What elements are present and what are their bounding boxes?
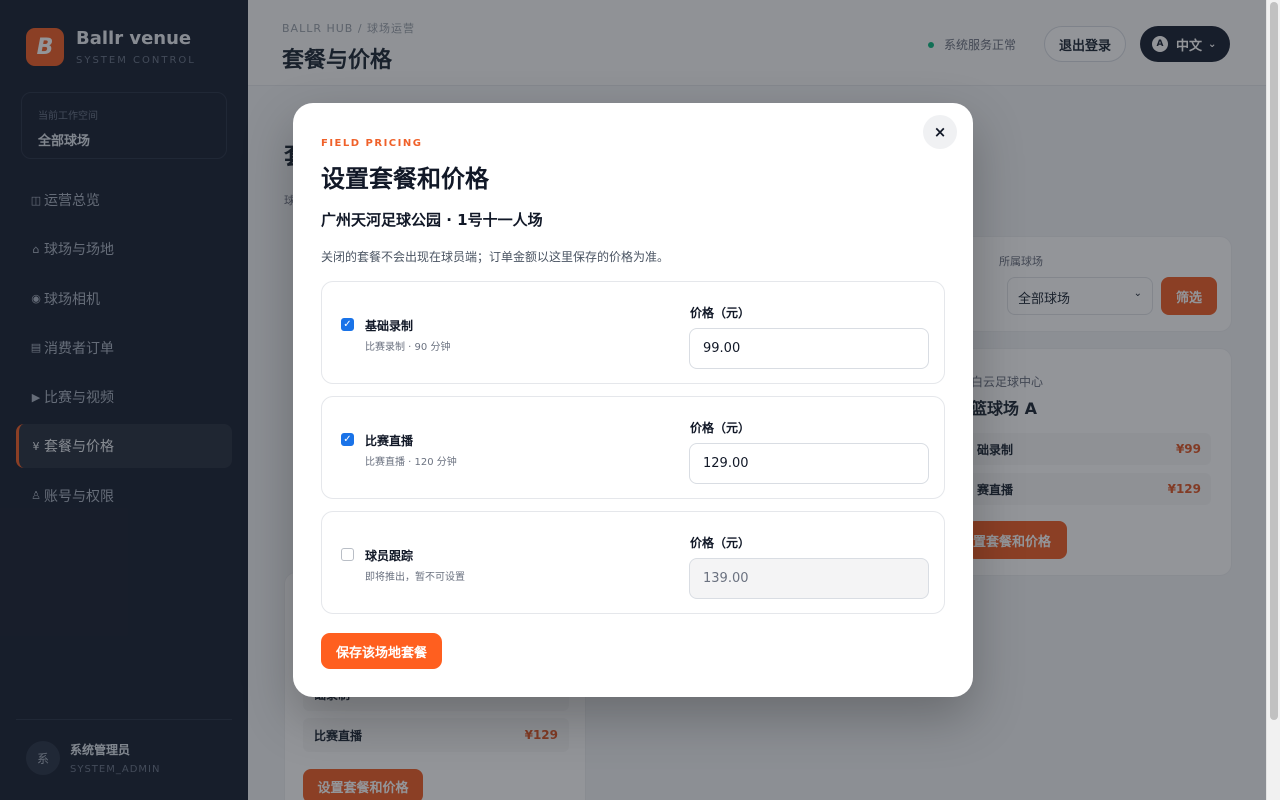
modal-venue-field: 广州天河足球公园 · 1号十一人场 <box>321 211 543 229</box>
close-icon[interactable]: × <box>923 115 957 149</box>
package-name: 球员跟踪 <box>365 549 414 563</box>
pricing-modal: × FIELD PRICING 设置套餐和价格 广州天河足球公园 · 1号十一人… <box>293 103 973 697</box>
price-input: 139.00 <box>689 558 929 599</box>
package-checkbox[interactable]: ✓ <box>341 433 354 446</box>
package-checkbox[interactable] <box>341 548 354 561</box>
price-label: 价格（元） <box>690 536 751 550</box>
scrollbar-thumb[interactable] <box>1270 2 1278 720</box>
price-input[interactable]: 129.00 <box>689 443 929 484</box>
package-card: 球员跟踪 即将推出，暂不可设置 价格（元） 139.00 <box>321 511 945 614</box>
package-name: 比赛直播 <box>365 434 414 448</box>
package-desc: 即将推出，暂不可设置 <box>365 572 465 583</box>
package-checkbox[interactable]: ✓ <box>341 318 354 331</box>
package-card: ✓ 比赛直播 比赛直播 · 120 分钟 价格（元） 129.00 <box>321 396 945 499</box>
modal-title: 设置套餐和价格 <box>321 165 489 193</box>
price-input[interactable]: 99.00 <box>689 328 929 369</box>
page-scrollbar[interactable] <box>1266 0 1280 800</box>
price-label: 价格（元） <box>690 306 751 320</box>
package-desc: 比赛录制 · 90 分钟 <box>365 342 451 353</box>
modal-eyebrow: FIELD PRICING <box>321 138 423 149</box>
price-label: 价格（元） <box>690 421 751 435</box>
modal-note: 关闭的套餐不会出现在球员端；订单金额以这里保存的价格为准。 <box>321 250 670 264</box>
save-button[interactable]: 保存该场地套餐 <box>321 633 442 669</box>
package-desc: 比赛直播 · 120 分钟 <box>365 457 457 468</box>
package-card: ✓ 基础录制 比赛录制 · 90 分钟 价格（元） 99.00 <box>321 281 945 384</box>
package-name: 基础录制 <box>365 319 414 333</box>
